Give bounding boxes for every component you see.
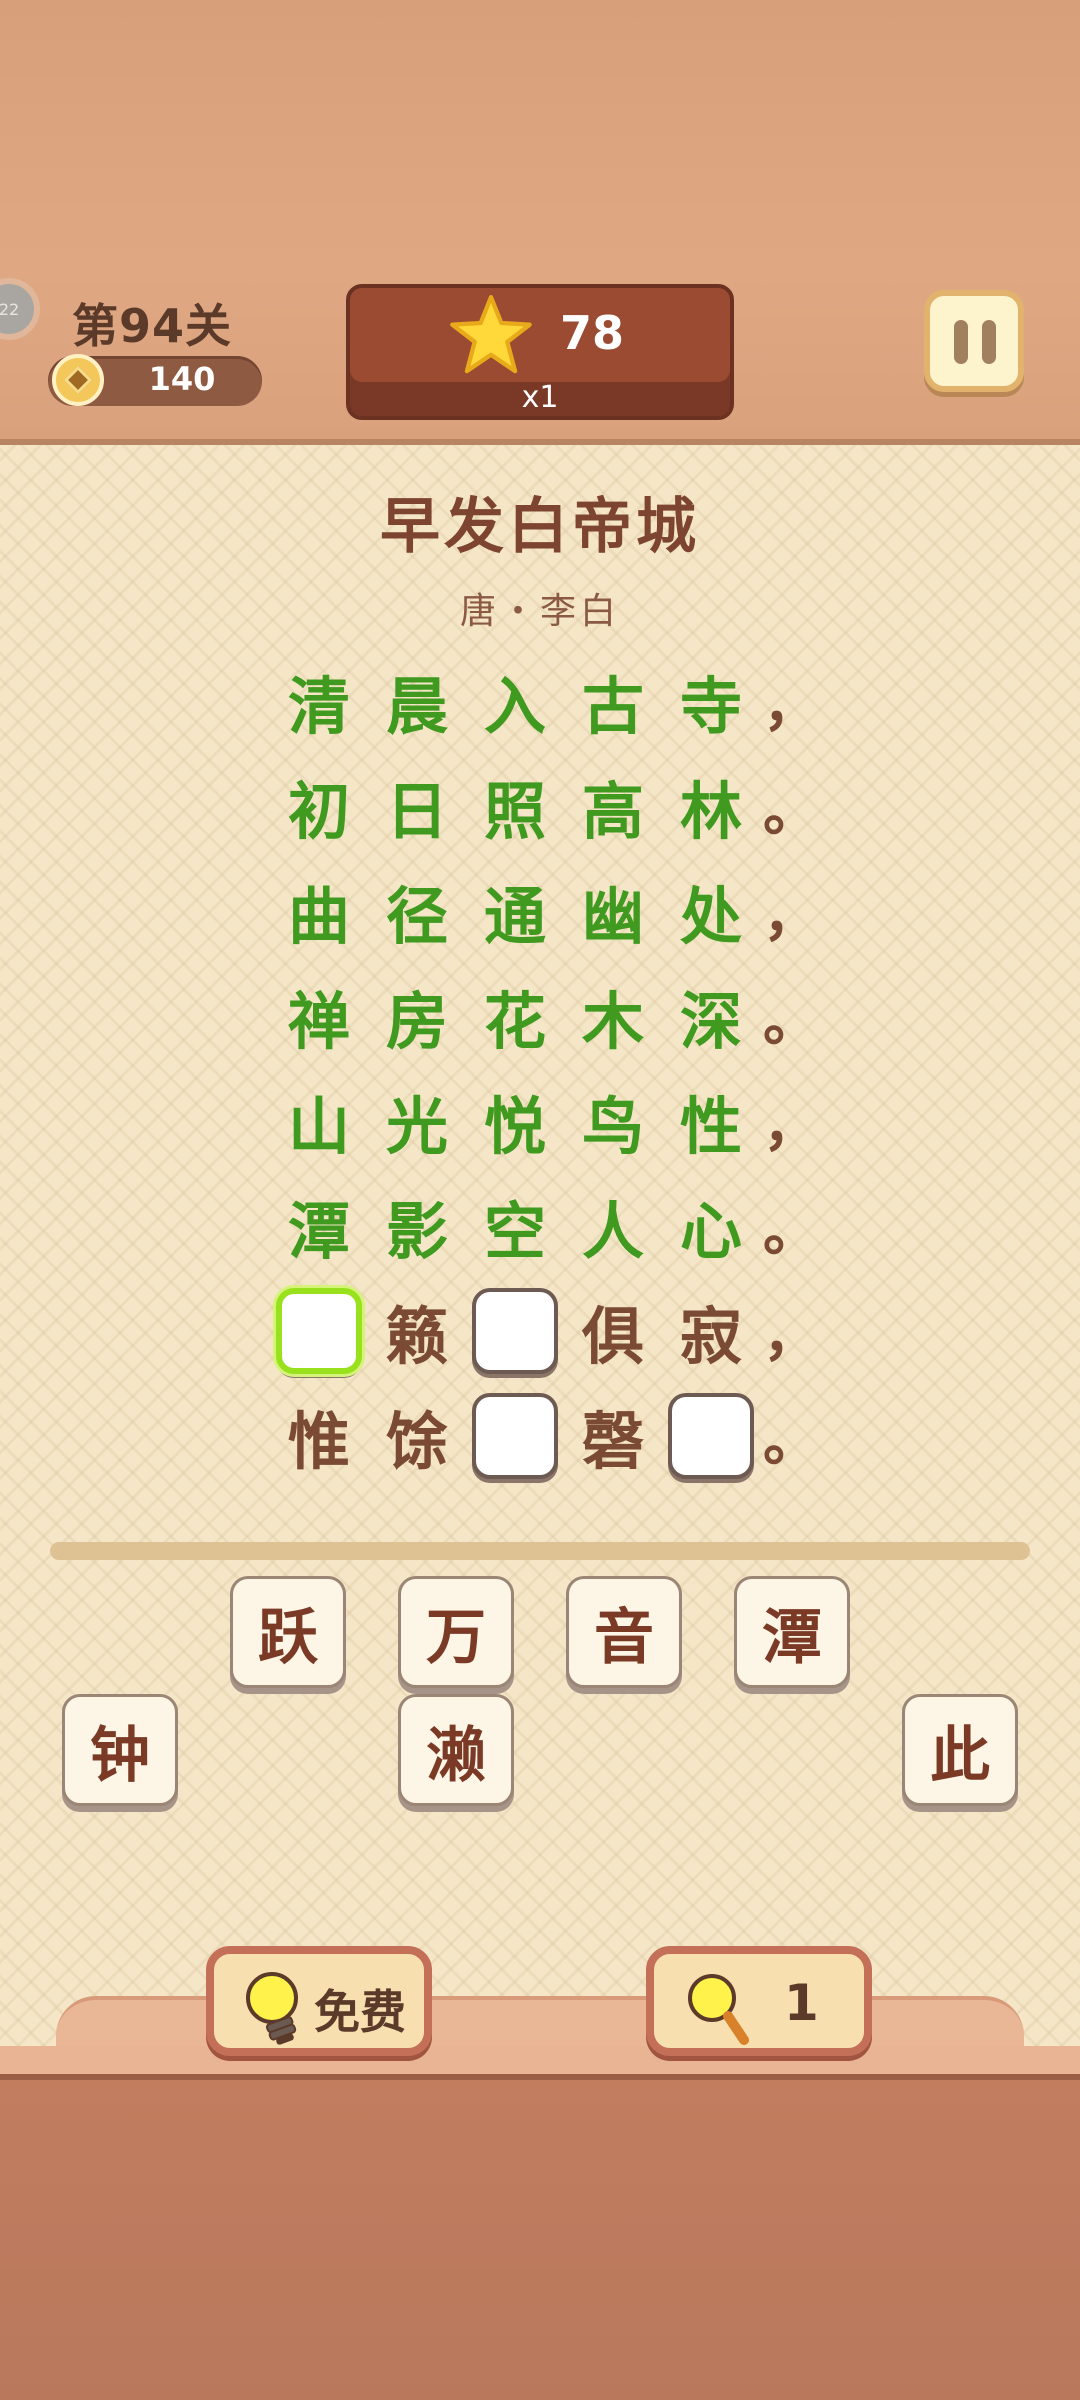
poem-char-solved: 处	[679, 880, 742, 953]
answer-slot[interactable]	[470, 1391, 560, 1481]
poem-char-solved: 悦	[483, 1090, 546, 1163]
magnify-count: 1	[784, 1974, 819, 2032]
poem-punctuation: 。	[763, 1408, 819, 1474]
poem-line: 籁 俱寂 ，	[0, 1286, 1080, 1376]
avatar-label: 22	[0, 299, 20, 319]
poem-char-solved: 初	[287, 775, 350, 848]
poem-char-solved: 寺	[679, 670, 742, 743]
poem-char-solved: 山	[287, 1090, 350, 1163]
poem-char-solved: 房	[385, 985, 448, 1058]
poem-line: 禅房花木深。	[0, 971, 1080, 1061]
hint-label: 免费	[314, 1985, 406, 2039]
poem-char: 寂	[679, 1300, 742, 1373]
score-value: 78	[560, 306, 625, 360]
poem-punctuation: ，	[763, 1303, 819, 1369]
answer-slot[interactable]	[470, 1286, 560, 1376]
answer-tile[interactable]: 潭	[734, 1576, 850, 1688]
poem-char-solved: 林	[679, 775, 742, 848]
score-multiplier: x1	[521, 380, 559, 415]
poem-char-solved: 幽	[581, 880, 644, 953]
poem-char-solved: 晨	[385, 670, 448, 743]
poem-char-solved: 古	[581, 670, 644, 743]
poem-char-solved: 心	[679, 1195, 742, 1268]
poem-char-solved: 鸟	[581, 1090, 644, 1163]
poem-char: 惟	[287, 1405, 350, 1478]
poem-line: 惟馀 磬 。	[0, 1391, 1080, 1481]
poem-author: 唐・李白	[459, 591, 620, 632]
coin-value: 140	[148, 360, 216, 398]
lightbulb-icon	[246, 1972, 298, 2045]
magnify-button[interactable]: 1	[646, 1946, 872, 2056]
bottom-bar	[0, 2070, 1080, 2400]
poem-char-solved: 潭	[287, 1195, 350, 1268]
poem-char-solved: 曲	[287, 880, 350, 953]
poem-char: 俱	[581, 1300, 644, 1373]
poem-punctuation: ，	[763, 1093, 819, 1159]
poem-char-solved: 花	[483, 985, 546, 1058]
poem-char-solved: 性	[679, 1090, 742, 1163]
answer-slot-selected[interactable]	[274, 1286, 364, 1376]
poem-punctuation: ，	[763, 883, 819, 949]
poem-char-solved: 人	[581, 1195, 644, 1268]
poem-char: 磬	[581, 1405, 644, 1478]
divider	[50, 1542, 1030, 1560]
answer-tile[interactable]: 此	[902, 1694, 1018, 1806]
poem-line: 曲径通幽处 ，	[0, 866, 1080, 956]
answer-tile[interactable]: 万	[398, 1576, 514, 1688]
poem-char-solved: 通	[483, 880, 546, 953]
answer-tile[interactable]: 跃	[230, 1576, 346, 1688]
poem-punctuation: ，	[763, 673, 819, 739]
poem-char-solved: 入	[483, 670, 546, 743]
poem-punctuation: 。	[763, 1198, 819, 1264]
answer-slot[interactable]	[666, 1391, 756, 1481]
poem-char: 馀	[385, 1405, 448, 1478]
poem-char-solved: 照	[483, 775, 546, 848]
poem-char-solved: 清	[287, 670, 350, 743]
poem-char-solved: 径	[385, 880, 448, 953]
poem-char: 籁	[385, 1300, 448, 1373]
poem-char-solved: 木	[581, 985, 644, 1058]
pause-button[interactable]	[924, 290, 1024, 392]
pause-icon	[954, 320, 968, 364]
poem-char-solved: 禅	[287, 985, 350, 1058]
poem-char-solved: 空	[483, 1195, 546, 1268]
poem-punctuation: 。	[763, 778, 819, 844]
answer-tile[interactable]: 濑	[398, 1694, 514, 1806]
level-label: 第94关	[72, 299, 233, 353]
poem-line: 初日照高林。	[0, 761, 1080, 851]
answer-tile[interactable]: 音	[566, 1576, 682, 1688]
magnifier-icon	[688, 1974, 749, 2045]
poem-line: 清晨入古寺 ，	[0, 656, 1080, 746]
poem-char-solved: 光	[385, 1090, 448, 1163]
hint-button[interactable]: 免费	[206, 1946, 432, 2056]
poem-char-solved: 日	[385, 775, 448, 848]
poem-char-solved: 深	[679, 985, 742, 1058]
poem-title: 早发白帝城	[380, 492, 700, 562]
poem-char-solved: 高	[581, 775, 644, 848]
answer-tile[interactable]: 钟	[62, 1694, 178, 1806]
poem-punctuation: 。	[763, 988, 819, 1054]
poem-line: 山光悦鸟性 ，	[0, 1076, 1080, 1166]
poem-char-solved: 影	[385, 1195, 448, 1268]
coin-icon	[52, 354, 104, 406]
poem-line: 潭影空人心。	[0, 1181, 1080, 1271]
star-icon	[450, 295, 532, 374]
